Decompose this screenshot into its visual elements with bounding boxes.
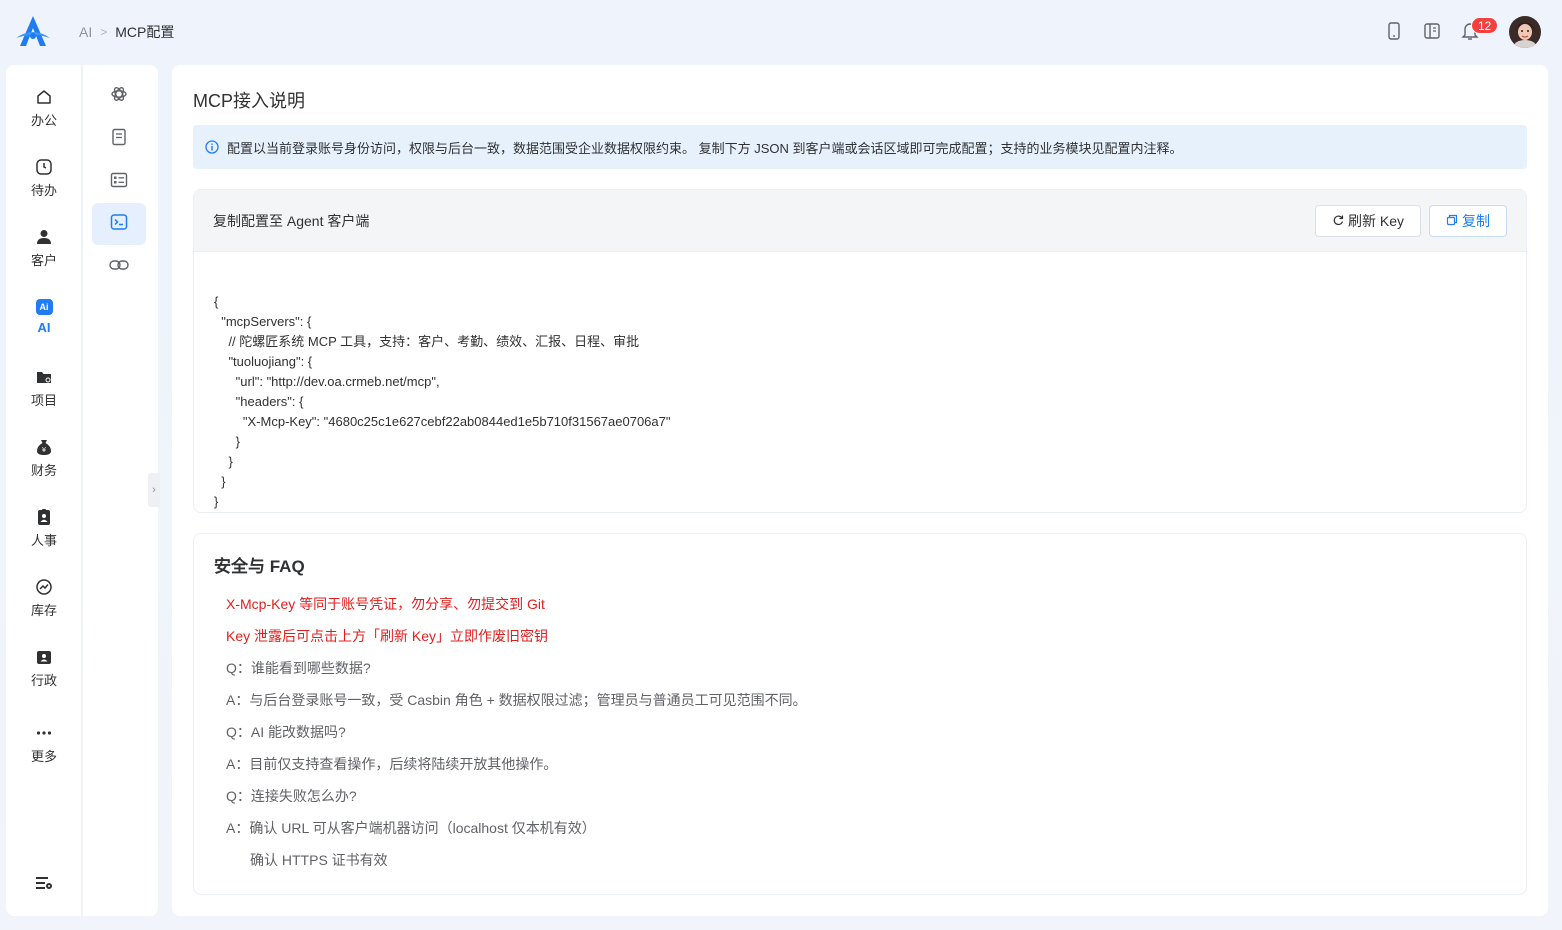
main-nav: 办公 待办 客户 Ai AI 项目 ¥ 财务 人事 库存 行政 更多 [6, 65, 82, 916]
code-line: } [214, 494, 219, 509]
terminal-icon [109, 212, 129, 237]
customer-icon [34, 227, 54, 247]
ai-icon: Ai [34, 297, 54, 317]
refresh-key-button[interactable]: 刷新 Key [1314, 204, 1421, 237]
app-logo[interactable] [14, 14, 52, 50]
faq-title: 安全与 FAQ [214, 557, 305, 576]
config-card: 复制配置至 Agent 客户端 刷新 Key 复制 { "mcpServers"… [193, 189, 1527, 513]
trend-icon [34, 577, 54, 597]
breadcrumb-item-ai[interactable]: AI [79, 24, 92, 40]
faq-warning: X-Mcp-Key 等同于账号凭证，勿分享、勿提交到 Git [226, 596, 545, 612]
chevron-right-icon: › [152, 484, 156, 496]
copy-button[interactable]: 复制 [1429, 204, 1507, 237]
faq-card: 安全与 FAQ X-Mcp-Key 等同于账号凭证，勿分享、勿提交到 Git K… [193, 533, 1527, 895]
nav-item-more[interactable]: 更多 [6, 723, 82, 773]
badge-icon [34, 507, 54, 527]
breadcrumb-item-current: MCP配置 [115, 24, 175, 40]
config-code-block[interactable]: { "mcpServers": { // 陀螺匠系统 MCP 工具，支持：客户、… [194, 252, 1526, 512]
ai-chip: Ai [35, 299, 53, 315]
refresh-icon [1332, 213, 1344, 229]
faq-question: Q：谁能看到哪些数据? [226, 660, 371, 676]
faq-warning: Key 泄露后可点击上方「刷新 Key」立即作废旧密钥 [226, 628, 549, 644]
config-card-title: 复制配置至 Agent 客户端 [213, 212, 370, 229]
nav-label: 待办 [30, 183, 57, 198]
info-alert: 配置以当前登录账号身份访问，权限与后台一致，数据范围受企业数据权限约束。 复制下… [193, 125, 1527, 169]
code-line: "headers": { [214, 394, 304, 409]
sub-nav [83, 65, 158, 916]
settings-list-icon [34, 873, 54, 893]
nav-item-ai[interactable]: Ai AI [6, 297, 82, 347]
notification-badge: 12 [1471, 17, 1499, 34]
folder-icon [34, 367, 54, 387]
config-card-header: 复制配置至 Agent 客户端 刷新 Key 复制 [194, 190, 1526, 252]
info-icon [205, 140, 219, 154]
refresh-key-label: 刷新 Key [1347, 212, 1404, 229]
nav-label: 更多 [30, 749, 57, 764]
money-bag-icon: ¥ [34, 437, 54, 457]
nav-label: 客户 [30, 253, 57, 268]
code-line: // 陀螺匠系统 MCP 工具，支持：客户、考勤、绩效、汇报、日程、审批 [214, 334, 640, 349]
code-line: } [214, 454, 233, 469]
code-line: "X-Mcp-Key": "4680c25c1e627cebf22ab0844e… [214, 414, 671, 429]
nav-item-office[interactable]: 办公 [6, 87, 82, 137]
alert-text: 配置以当前登录账号身份访问，权限与后台一致，数据范围受企业数据权限约束。 复制下… [227, 140, 1183, 156]
faq-question: Q：连接失败怎么办? [226, 788, 357, 804]
nav-label: 库存 [30, 603, 57, 618]
nav-item-project[interactable]: 项目 [6, 367, 82, 417]
nav-item-hr[interactable]: 人事 [6, 507, 82, 557]
nav-label: 人事 [30, 533, 57, 548]
faq-answer: A：确认 URL 可从客户端机器访问（localhost 仅本机有效） [226, 820, 596, 836]
code-line: } [214, 474, 226, 489]
document-icon [109, 127, 129, 152]
link-icon [108, 255, 130, 280]
faq-question: Q：AI 能改数据吗? [226, 724, 346, 740]
breadcrumb: AI > MCP配置 [79, 22, 174, 42]
nav-label: 办公 [30, 113, 57, 128]
sub-item-document[interactable] [92, 118, 146, 160]
code-line: "url": "http://dev.oa.crmeb.net/mcp", [214, 374, 440, 389]
nav-item-todo[interactable]: 待办 [6, 157, 82, 207]
code-line: "mcpServers": { [214, 314, 312, 329]
code-line: } [214, 434, 241, 449]
openai-icon [109, 84, 129, 109]
breadcrumb-separator-icon: > [100, 25, 108, 39]
sub-item-checklist[interactable] [92, 161, 146, 203]
nav-item-finance[interactable]: ¥ 财务 [6, 437, 82, 487]
nav-item-admin[interactable]: 行政 [6, 647, 82, 697]
admin-icon [34, 647, 54, 667]
faq-answer-extra: 确认 HTTPS 证书有效 [250, 852, 388, 868]
nav-item-customer[interactable]: 客户 [6, 227, 82, 277]
sub-item-link[interactable] [92, 246, 146, 288]
copy-icon [1446, 213, 1458, 229]
code-line: { [214, 294, 219, 309]
svg-text:¥: ¥ [42, 446, 47, 454]
more-icon [34, 723, 54, 743]
top-bar: AI > MCP配置 12 [0, 0, 1562, 64]
page-title: MCP接入说明 [193, 91, 305, 111]
nav-label: 项目 [30, 393, 57, 408]
todo-clock-icon [34, 157, 54, 177]
nav-label: AI [37, 320, 51, 335]
copy-label: 复制 [1462, 212, 1490, 229]
sub-item-mcp[interactable] [92, 203, 146, 245]
nav-label: 行政 [30, 673, 57, 688]
settings-list-button[interactable] [6, 873, 82, 893]
main-content: MCP接入说明 配置以当前登录账号身份访问，权限与后台一致，数据范围受企业数据权… [172, 65, 1548, 916]
faq-answer: A：目前仅支持查看操作，后续将陆续开放其他操作。 [226, 756, 558, 772]
collapse-sidebar-button[interactable]: › [148, 473, 160, 507]
checklist-icon [109, 170, 129, 195]
mobile-icon[interactable] [1383, 20, 1405, 42]
faq-answer: A：与后台登录账号一致，受 Casbin 角色 + 数据权限过滤；管理员与普通员… [226, 692, 807, 708]
nav-item-inventory[interactable]: 库存 [6, 577, 82, 627]
sub-item-chat[interactable] [92, 75, 146, 117]
book-icon[interactable] [1421, 20, 1443, 42]
avatar[interactable] [1509, 16, 1541, 48]
code-line: "tuoluojiang": { [214, 354, 313, 369]
nav-label: 财务 [30, 463, 57, 478]
home-icon [34, 87, 54, 107]
